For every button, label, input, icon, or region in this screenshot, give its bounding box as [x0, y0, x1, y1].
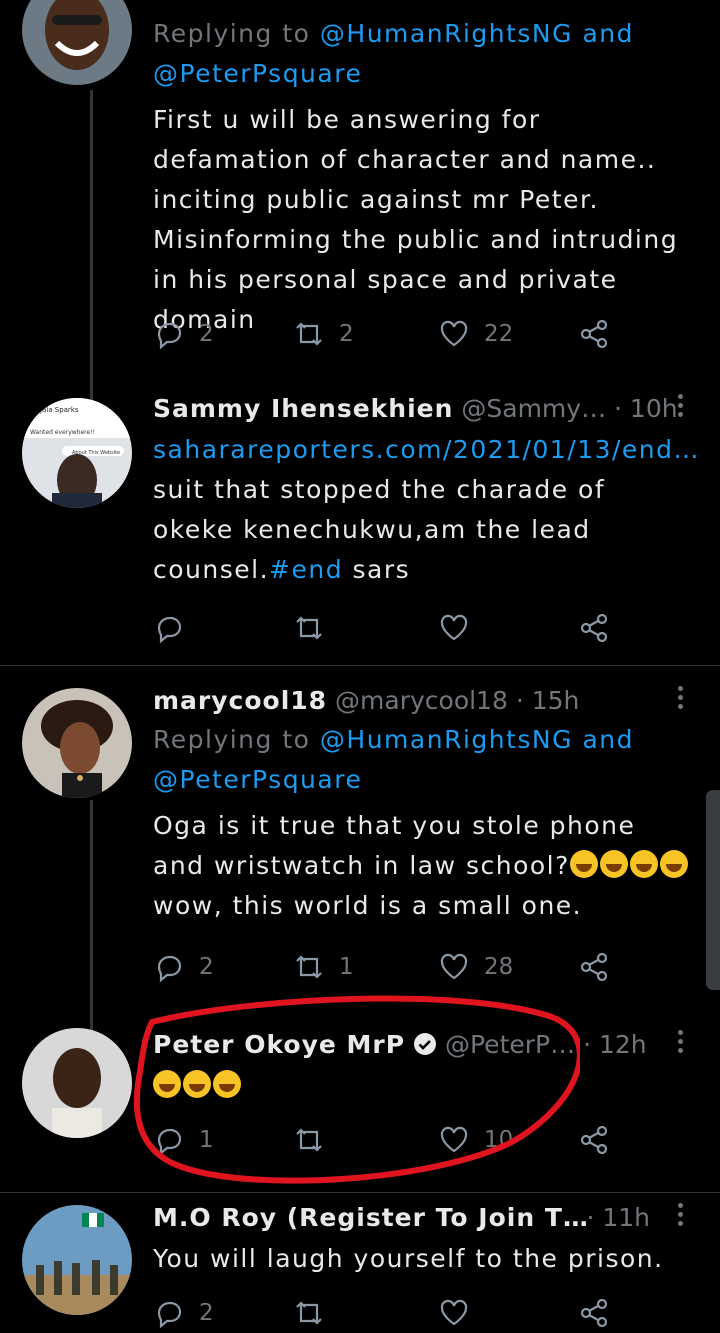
display-name[interactable]: Sammy Ihensekhien [153, 394, 453, 423]
display-name[interactable]: M.O Roy (Register To Join T… [153, 1203, 589, 1232]
share-icon [580, 613, 608, 643]
reply-button[interactable]: 2 [153, 1293, 214, 1333]
rofl-emoji [569, 850, 598, 878]
share-button[interactable] [578, 314, 610, 354]
retweet-button[interactable] [293, 1120, 339, 1160]
mention-link[interactable]: @PeterPsquare [153, 59, 362, 88]
share-icon [580, 1125, 608, 1155]
handle[interactable]: @PeterP… [445, 1030, 575, 1059]
retweet-icon [296, 1128, 322, 1152]
svg-text:Wanted everywhere!!: Wanted everywhere!! [30, 429, 95, 436]
timestamp[interactable]: · 10h [614, 394, 678, 423]
timestamp[interactable]: · 11h [586, 1199, 650, 1237]
tweet-1[interactable]: Replying to @HumanRightsNG and @PeterPsq… [0, 0, 720, 380]
more-icon[interactable] [678, 394, 684, 421]
more-icon[interactable] [678, 1030, 684, 1057]
reply-icon [157, 1128, 182, 1156]
rofl-emoji [629, 850, 658, 878]
tweet-header: M.O Roy (Register To Join T… · 11h [153, 1199, 690, 1237]
tweet-link[interactable]: saharareporters.com/2021/01/13/end… [153, 435, 700, 464]
rofl-emoji [183, 1070, 211, 1098]
reply-icon [157, 955, 182, 983]
like-button[interactable] [438, 608, 484, 648]
rofl-emoji [599, 850, 628, 878]
like-icon [440, 953, 468, 980]
like-icon [440, 1126, 468, 1153]
timestamp[interactable]: · 12h [583, 1030, 647, 1059]
display-name[interactable]: marycool18 [153, 686, 327, 715]
retweet-icon [296, 616, 322, 640]
retweet-button[interactable]: 1 [293, 947, 354, 987]
display-name[interactable]: Peter Okoye MrP [153, 1030, 405, 1059]
retweet-button[interactable]: 2 [293, 314, 354, 354]
retweet-button[interactable] [293, 608, 339, 648]
avatar[interactable] [22, 1205, 132, 1315]
retweet-icon [296, 322, 322, 346]
tweet-4[interactable]: Peter Okoye MrP @PeterP… · 12h 1 10 [0, 1010, 720, 1190]
verified-icon [414, 1033, 437, 1055]
reply-button[interactable]: 2 [153, 947, 214, 987]
share-button[interactable] [578, 1293, 610, 1333]
reply-icon [157, 616, 182, 644]
share-button[interactable] [578, 608, 610, 648]
like-button[interactable] [438, 1293, 470, 1333]
retweet-icon [296, 1301, 322, 1325]
tweet-text: You will laugh yourself to the prison. [153, 1244, 664, 1273]
share-icon [580, 1298, 608, 1328]
like-button[interactable]: 28 [438, 947, 513, 987]
reply-button[interactable]: 2 [153, 314, 214, 354]
like-icon [440, 320, 468, 347]
mention-link[interactable]: @PeterPsquare [153, 765, 362, 794]
reply-button[interactable] [153, 608, 199, 648]
like-button[interactable]: 22 [438, 314, 513, 354]
rofl-emoji [659, 850, 688, 878]
tweet-header: Sammy Ihensekhien @Sammy… · 10h [153, 390, 690, 428]
share-icon [580, 952, 608, 982]
reply-context: Replying to @HumanRightsNG and @PeterPsq… [153, 725, 634, 794]
share-icon [580, 319, 608, 349]
more-icon[interactable] [678, 1203, 684, 1230]
retweet-button[interactable] [293, 1293, 325, 1333]
like-icon [440, 1299, 468, 1326]
reply-icon [157, 322, 182, 350]
avatar[interactable] [22, 0, 132, 85]
like-icon [440, 614, 468, 641]
tweet-3[interactable]: marycool18 @marycool18 · 15h Replying to… [0, 666, 720, 1006]
avatar[interactable] [22, 688, 132, 798]
joy-emoji [153, 1070, 181, 1098]
tweet-2[interactable]: Ijala Sparks Wanted everywhere!! About T… [0, 380, 720, 660]
mention-link[interactable]: @HumanRightsNG [320, 19, 573, 48]
share-button[interactable] [578, 1120, 610, 1160]
hashtag-link[interactable]: #end [269, 555, 343, 584]
tweet-text: Oga is it true that you stole phone and … [153, 806, 690, 926]
tweet-text: saharareporters.com/2021/01/13/end… suit… [153, 435, 701, 584]
reply-context: Replying to @HumanRightsNG and @PeterPsq… [153, 19, 634, 88]
more-icon[interactable] [678, 686, 684, 713]
handle[interactable]: @Sammy… [461, 394, 606, 423]
avatar[interactable] [22, 1028, 132, 1138]
svg-text:Ijala Sparks: Ijala Sparks [38, 406, 79, 414]
reply-icon [157, 1301, 182, 1329]
joy-emoji [213, 1070, 241, 1098]
tweet-header: Peter Okoye MrP @PeterP… · 12h [153, 1026, 690, 1064]
avatar[interactable]: Ijala Sparks Wanted everywhere!! About T… [22, 398, 132, 508]
tweet-text: First u will be answering for defamation… [153, 105, 679, 334]
scrollbar-thumb[interactable] [706, 790, 720, 990]
like-button[interactable]: 10 [438, 1120, 513, 1160]
mention-link[interactable]: @HumanRightsNG [320, 725, 573, 754]
handle[interactable]: @marycool18 [335, 686, 508, 715]
tweet-5[interactable]: M.O Roy (Register To Join T… · 11h You w… [0, 1193, 720, 1329]
timestamp[interactable]: · 15h [516, 686, 580, 715]
reply-button[interactable]: 1 [153, 1120, 214, 1160]
tweet-header: marycool18 @marycool18 · 15h [153, 682, 690, 720]
retweet-icon [296, 955, 322, 979]
share-button[interactable] [578, 947, 610, 987]
tweet-text [153, 1066, 690, 1106]
